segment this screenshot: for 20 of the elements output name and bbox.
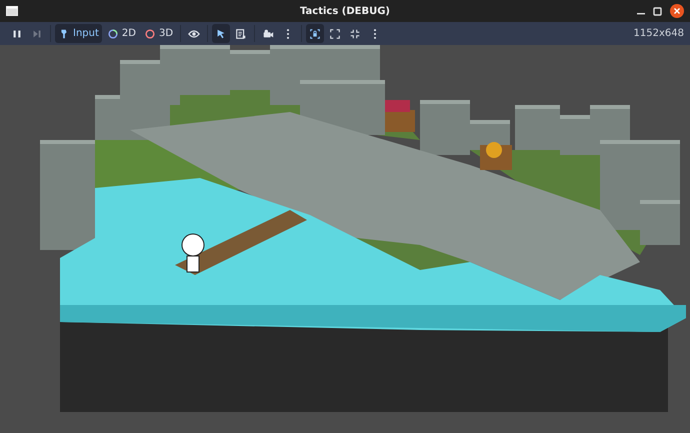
window-icon	[6, 6, 18, 16]
resolution-label: 1152x648	[634, 28, 685, 39]
camera-icon	[262, 28, 274, 40]
lock-icon	[309, 28, 322, 40]
select-button[interactable]	[212, 24, 230, 43]
window-title: Tactics (DEBUG)	[300, 6, 390, 16]
shrink-icon	[349, 28, 362, 40]
list-icon	[235, 28, 248, 40]
pause-icon	[11, 28, 23, 40]
eye-icon	[188, 28, 200, 40]
3d-button[interactable]: 3D	[140, 24, 176, 43]
input-button[interactable]: Input	[55, 24, 102, 43]
camera-lock-button[interactable]	[306, 24, 324, 43]
ring-icon	[106, 28, 119, 40]
2d-button[interactable]: 2D	[104, 24, 139, 43]
maximize-icon[interactable]	[653, 6, 662, 16]
ring-icon	[144, 28, 156, 40]
expand-icon	[329, 28, 342, 40]
step-icon	[31, 28, 43, 40]
close-icon[interactable]	[670, 4, 684, 18]
